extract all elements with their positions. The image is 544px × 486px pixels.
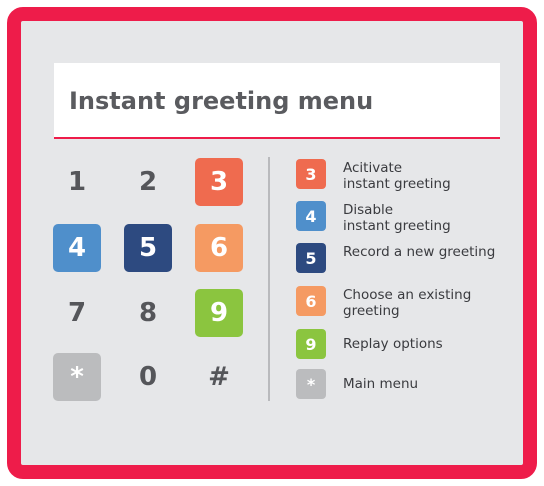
- legend-text: Choose an existing greeting: [343, 287, 472, 319]
- key-5: 5: [124, 224, 172, 272]
- key-hash: #: [208, 362, 230, 392]
- legend-text: Replay options: [343, 336, 443, 352]
- key-0: 0: [138, 362, 158, 392]
- legend-text: Main menu: [343, 376, 419, 392]
- key-7: 7: [67, 298, 87, 328]
- legend-key-chip: 9: [296, 329, 326, 359]
- key-3: 3: [195, 158, 243, 206]
- legend-key-chip: 5: [296, 243, 326, 273]
- legend-text: Acitivate instant greeting: [343, 160, 451, 192]
- key-star: *: [53, 353, 101, 401]
- page-title: Instant greeting menu: [69, 87, 374, 115]
- legend-text: Disable instant greeting: [343, 202, 451, 234]
- title-bar: Instant greeting menu: [54, 63, 500, 139]
- legend-key-chip: 6: [296, 286, 326, 316]
- key-6: 6: [195, 224, 243, 272]
- legend-key-chip: 3: [296, 159, 326, 189]
- key-1: 1: [67, 167, 87, 197]
- legend-key-chip: *: [296, 369, 326, 399]
- key-2: 2: [138, 167, 158, 197]
- key-8: 8: [138, 298, 158, 328]
- key-9: 9: [195, 289, 243, 337]
- legend-key-chip: 4: [296, 201, 326, 231]
- key-4: 4: [53, 224, 101, 272]
- legend-text: Record a new greeting: [343, 244, 496, 260]
- vertical-divider: [268, 157, 270, 401]
